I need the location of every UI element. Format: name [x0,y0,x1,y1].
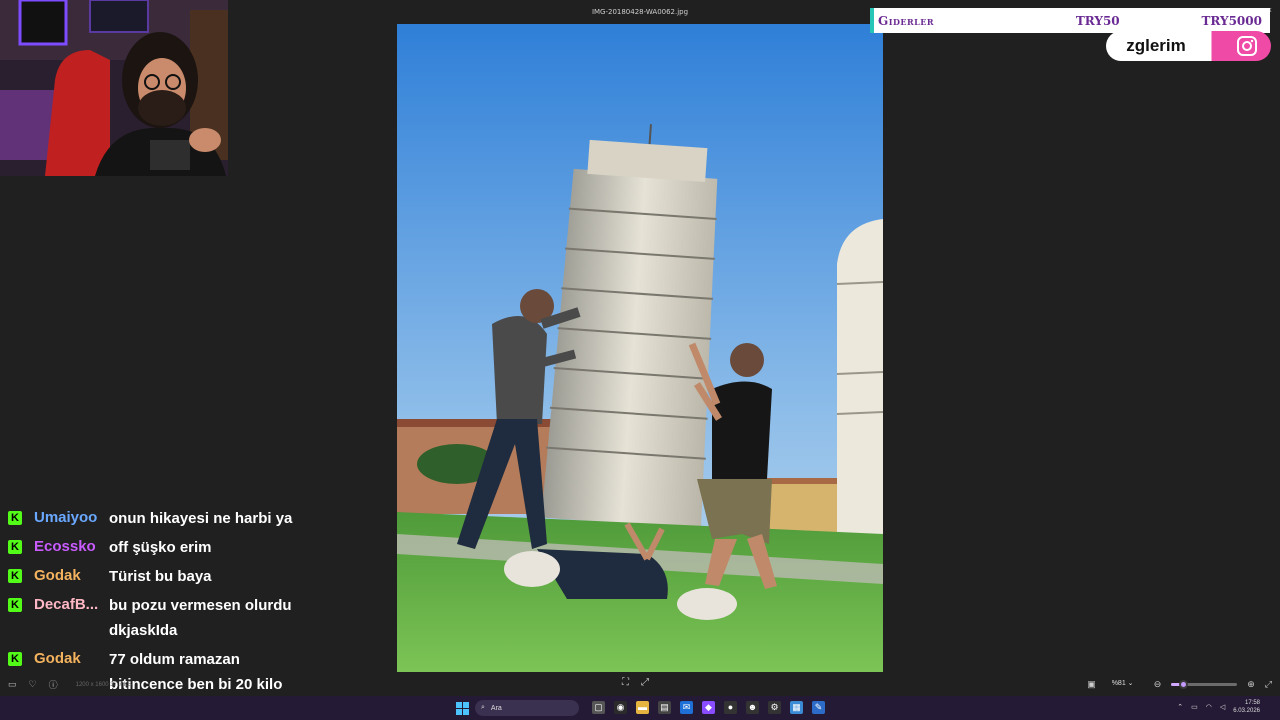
kick-badge-icon: K [8,511,22,525]
fit-to-window-button[interactable]: ▣ [1087,679,1096,690]
chat-text: bu pozu vermesen olurdu dkjaskIda [109,597,292,639]
chat-message: K Umaiyoo onun hikayesi ne harbi ya [0,505,310,534]
network-icon[interactable]: ▭ [1191,703,1198,711]
viewer-toolbar: ▭ ♡ ⓘ 1200 x 1600 37.7 KB ⛶ ⤢ ▣ %81 ⌄ ⊖ … [0,676,1280,694]
donation-label: Giderler [878,13,935,28]
chat-text: off şüşko erim [109,539,212,556]
zoom-slider[interactable] [1171,679,1238,689]
chat-message: K Godak Türist bu baya [0,563,310,592]
store-icon[interactable]: ▤ [658,701,671,714]
photo-canvas [397,24,883,672]
chat-username[interactable]: Godak [34,649,109,669]
clock-time: 17:58 [1244,700,1260,706]
chat-text: onun hikayesi ne harbi ya [109,510,293,527]
instagram-icon [1237,36,1257,56]
windows-taskbar: ⌕ Ara ▢ ◉ ▬ ▤ ✉ ◆ ● ☻ ⚙ ▦ ✎ ⌃ ▭ ◠ ◁ 17:5… [0,696,1280,720]
tray-overflow-icon[interactable]: ⌃ [1177,703,1183,711]
expand-icon[interactable]: ⤢ [1265,679,1272,690]
obs-icon[interactable]: ● [724,701,737,714]
steam-icon[interactable]: ⚙ [768,701,781,714]
file-explorer-icon[interactable]: ▬ [636,701,649,714]
social-handle-pill: zglerim [1106,31,1271,61]
task-view-icon[interactable]: ▢ [592,701,605,714]
chat-username[interactable]: Umaiyoo [34,508,109,528]
donation-goal-bar: Giderler TRY50 TRY5000 [870,8,1270,33]
taskbar-search[interactable]: ⌕ Ara [475,700,579,716]
leaning-tower-photo [397,24,883,672]
volume-icon[interactable]: ◁ [1220,703,1225,711]
photos-icon[interactable]: ▦ [790,701,803,714]
zoom-in-icon[interactable]: ⊕ [1247,679,1255,690]
image-meta: 1200 x 1600 37.7 KB [75,681,132,688]
clock-date: 6.03.2026 [1233,708,1260,714]
fit-window-icon[interactable]: ⛶ [622,677,629,688]
twitch-icon[interactable]: ◆ [702,701,715,714]
zoom-slider-thumb[interactable] [1179,679,1189,689]
search-placeholder: Ara [490,704,502,712]
chat-username[interactable]: DecafB... [34,595,109,615]
streamer-webcam-image [0,0,228,176]
viewer-file-name: IMG-20180428-WA0062.jpg [591,8,689,16]
system-clock[interactable]: 17:58 6.03.2026 [1233,699,1260,715]
filmstrip-icon[interactable]: ▭ [8,679,17,690]
search-icon: ⌕ [481,704,485,711]
zoom-level-select[interactable]: %81 ⌄ [1106,677,1144,691]
kick-badge-icon: K [8,652,22,666]
chat-username[interactable]: Ecossko [34,537,109,557]
kick-badge-icon: K [8,569,22,583]
webcam-overlay [0,0,228,176]
donation-amount-current: TRY50 [1075,13,1120,28]
mail-icon[interactable]: ✉ [680,701,693,714]
chat-message: K DecafB... bu pozu vermesen olurdu dkjask… [0,592,310,646]
donation-amount-goal: TRY5000 [1201,13,1262,28]
chat-text: Türist bu baya [109,568,212,585]
kick-badge-icon: K [8,540,22,554]
fullscreen-icon[interactable]: ⤢ [641,677,649,688]
kick-badge-icon: K [8,598,22,612]
info-icon[interactable]: ⓘ [49,678,58,691]
zoom-level-value: %81 [1111,680,1126,687]
favorite-icon[interactable]: ♡ [29,679,37,690]
discord-icon[interactable]: ☻ [746,701,759,714]
start-button[interactable] [456,701,469,715]
zoom-out-icon[interactable]: ⊖ [1154,679,1162,690]
wifi-icon[interactable]: ◠ [1206,703,1212,711]
chat-username[interactable]: Godak [34,566,109,586]
chat-message: K Ecossko off şüşko erim [0,534,310,563]
social-handle-text: zglerim [1126,36,1186,55]
chrome-icon[interactable]: ◉ [614,701,627,714]
editor-icon[interactable]: ✎ [812,701,825,714]
